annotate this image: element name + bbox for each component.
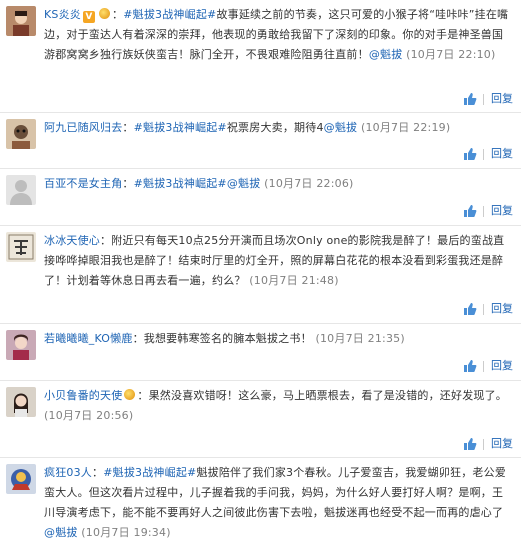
- comment-text: 小贝鲁番的天使 ：果然没喜欢错呀！这么豪，马上晒票根去，看了是没错的，还好发现了。…: [44, 389, 508, 422]
- comment-item: 疯狂03人：#魁拔3战神崛起#魁拔陪伴了我们家3个春秋。儿子爱蛮吉，我爱蝴卯狂，…: [0, 458, 521, 553]
- action-divider: [483, 438, 484, 450]
- timestamp: (10月7日 19:34): [77, 526, 171, 539]
- comment-text: 若曦曦曦_KO懒鹿：我想要韩寒签名的臃本魁拔之书！ (10月7日 21:35): [44, 332, 405, 345]
- action-divider: [483, 303, 484, 315]
- comment-body: 祝票房大卖，期待4: [226, 121, 324, 134]
- reply-button[interactable]: 回复: [491, 302, 513, 316]
- thumbs-up-icon[interactable]: [463, 147, 477, 161]
- comment-body: 果然没喜欢错呀！这么豪，马上晒票根去，看了是没错的，还好发现了。: [148, 389, 508, 402]
- comment-text: KS炎炎 V ：#魁拔3战神崛起#故事延续之前的节奏，这只可爱的小猴子将“哇咔咔”挂…: [44, 8, 509, 61]
- mention-link[interactable]: @魁拔: [227, 177, 261, 190]
- thumbs-up-icon[interactable]: [463, 359, 477, 373]
- hashtag-link[interactable]: #魁拔3战神崛起#: [123, 8, 216, 21]
- timestamp: (10月7日 21:48): [245, 274, 339, 287]
- comment-feed: KS炎炎 V ：#魁拔3战神崛起#故事延续之前的节奏，这只可爱的小猴子将“哇咔咔”挂…: [0, 0, 521, 553]
- comment-actions: 回复: [463, 92, 513, 106]
- action-divider: [483, 205, 484, 217]
- username-link[interactable]: 小贝鲁番的天使: [44, 389, 122, 402]
- hashtag-link[interactable]: #魁拔3战神崛起#: [134, 121, 227, 134]
- comment-text: 阿九已随风归去：#魁拔3战神崛起#祝票房大卖，期待4@魁拔 (10月7日 22:…: [44, 121, 451, 134]
- thumbs-up-icon[interactable]: [463, 204, 477, 218]
- comment-item: KS炎炎 V ：#魁拔3战神崛起#故事延续之前的节奏，这只可爱的小猴子将“哇咔咔”挂…: [0, 0, 521, 113]
- avatar[interactable]: [6, 387, 36, 417]
- username-link[interactable]: 阿九已随风归去: [44, 121, 122, 134]
- reply-button[interactable]: 回复: [491, 204, 513, 218]
- hashtag-link[interactable]: #魁拔3战神崛起#: [103, 466, 196, 479]
- action-divider: [483, 148, 484, 160]
- comment-item: 小贝鲁番的天使 ：果然没喜欢错呀！这么豪，马上晒票根去，看了是没错的，还好发现了。…: [0, 381, 521, 458]
- comment-item: 冰冰天使心：附近只有每天10点25分开演而且场次Only one的影院我是醉了！…: [0, 226, 521, 324]
- reply-button[interactable]: 回复: [491, 147, 513, 161]
- hashtag-link[interactable]: #魁拔3战神崛起#: [134, 177, 227, 190]
- comment-actions: 回复: [463, 302, 513, 316]
- comment-actions: 回复: [463, 359, 513, 373]
- comment-actions: 回复: [463, 204, 513, 218]
- mention-link[interactable]: @魁拔: [369, 48, 403, 61]
- timestamp: (10月7日 22:10): [402, 48, 496, 61]
- avatar[interactable]: [6, 175, 36, 205]
- avatar[interactable]: [6, 6, 36, 36]
- comment-body: 我想要韩寒签名的臃本魁拔之书！: [143, 332, 312, 345]
- timestamp: (10月7日 21:35): [311, 332, 405, 345]
- timestamp: (10月7日 22:06): [260, 177, 354, 190]
- comment-item: 阿九已随风归去：#魁拔3战神崛起#祝票房大卖，期待4@魁拔 (10月7日 22:…: [0, 113, 521, 169]
- avatar[interactable]: [6, 330, 36, 360]
- medal-icon: [99, 8, 110, 19]
- medal-icon: [124, 389, 136, 400]
- comment-text: 冰冰天使心：附近只有每天10点25分开演而且场次Only one的影院我是醉了！…: [44, 234, 505, 287]
- comment-text: 疯狂03人：#魁拔3战神崛起#魁拔陪伴了我们家3个春秋。儿子爱蛮吉，我爱蝴卯狂，…: [44, 466, 507, 539]
- comment-actions: 回复: [463, 147, 513, 161]
- action-divider: [483, 93, 484, 105]
- timestamp: (10月7日 20:56): [44, 409, 134, 422]
- username-link[interactable]: 疯狂03人: [44, 466, 92, 479]
- avatar[interactable]: [6, 119, 36, 149]
- username-link[interactable]: KS炎炎: [44, 8, 81, 21]
- username-link[interactable]: 百亚不是女主角: [44, 177, 122, 190]
- comment-actions: 回复: [463, 437, 513, 451]
- action-divider: [483, 360, 484, 372]
- mention-link[interactable]: @魁拔: [44, 526, 78, 539]
- reply-button[interactable]: 回复: [491, 437, 513, 451]
- comment-item: 百亚不是女主角：#魁拔3战神崛起#@魁拔 (10月7日 22:06) 回复: [0, 169, 521, 226]
- timestamp: (10月7日 22:19): [357, 121, 451, 134]
- reply-button[interactable]: 回复: [491, 92, 513, 106]
- username-link[interactable]: 冰冰天使心: [44, 234, 100, 247]
- comment-item: 若曦曦曦_KO懒鹿：我想要韩寒签名的臃本魁拔之书！ (10月7日 21:35) …: [0, 324, 521, 381]
- verified-v-icon: V: [83, 11, 95, 23]
- thumbs-up-icon[interactable]: [463, 92, 477, 106]
- mention-link[interactable]: @魁拔: [324, 121, 358, 134]
- avatar[interactable]: [6, 232, 36, 262]
- thumbs-up-icon[interactable]: [463, 302, 477, 316]
- thumbs-up-icon[interactable]: [463, 437, 477, 451]
- username-link[interactable]: 若曦曦曦_KO懒鹿: [44, 332, 133, 345]
- comment-text: 百亚不是女主角：#魁拔3战神崛起#@魁拔 (10月7日 22:06): [44, 177, 354, 190]
- reply-button[interactable]: 回复: [491, 359, 513, 373]
- avatar[interactable]: [6, 464, 36, 494]
